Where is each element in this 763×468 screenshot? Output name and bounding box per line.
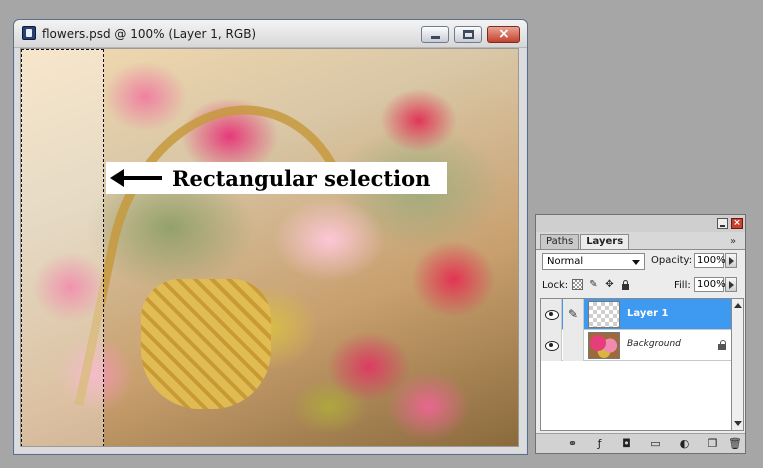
lock-options: ✎ ✥ <box>572 279 631 290</box>
layer-thumbnail-flowers <box>588 332 620 359</box>
tab-divider <box>536 249 745 250</box>
brush-icon: ✎ <box>568 307 579 321</box>
fill-field[interactable]: 100% <box>694 277 726 292</box>
new-layer-icon[interactable]: ❐ <box>706 437 719 450</box>
layers-palette: × Paths Layers » Normal Opacity: 100% Lo… <box>535 214 746 454</box>
document-window: flowers.psd @ 100% (Layer 1, RGB) × <box>13 19 528 455</box>
left-arrow-icon <box>110 162 162 194</box>
palette-menu-button[interactable]: » <box>730 236 736 247</box>
scroll-up-icon[interactable] <box>734 303 742 308</box>
blend-mode-value: Normal <box>547 256 584 267</box>
palette-bottom-toolbar: ⚭ ƒ ◘ ▭ ◐ ❐ 🗑 <box>536 433 745 453</box>
lock-all-icon[interactable] <box>620 279 631 290</box>
lock-position-icon[interactable]: ✥ <box>604 279 615 290</box>
document-titlebar[interactable]: flowers.psd @ 100% (Layer 1, RGB) × <box>14 20 527 48</box>
fill-slider-button[interactable] <box>725 277 737 292</box>
image-canvas[interactable] <box>20 48 519 447</box>
palette-titlebar[interactable]: × <box>536 215 745 232</box>
photoshop-document-icon <box>22 26 36 40</box>
lock-icon <box>718 340 726 350</box>
layer-brush-cell[interactable]: ✎ <box>563 299 584 330</box>
lock-transparent-pixels-icon[interactable] <box>572 279 583 290</box>
layer-list: ✎ Layer 1 Background <box>540 298 732 431</box>
scroll-down-icon[interactable] <box>734 421 742 426</box>
minimize-icon <box>431 36 440 39</box>
link-layers-icon[interactable]: ⚭ <box>566 437 579 450</box>
minimize-button[interactable] <box>421 26 449 43</box>
layer-style-icon[interactable]: ƒ <box>593 437 606 450</box>
tab-layers[interactable]: Layers <box>580 234 630 249</box>
layer-name: Layer 1 <box>627 308 669 319</box>
opacity-field[interactable]: 100% <box>694 253 726 268</box>
palette-tabs: Paths Layers <box>540 234 630 249</box>
layer-name: Background <box>627 339 681 349</box>
adjustment-layer-icon[interactable]: ◐ <box>678 437 691 450</box>
close-icon: × <box>498 26 510 42</box>
lock-image-pixels-icon[interactable]: ✎ <box>588 279 599 290</box>
blend-mode-select[interactable]: Normal <box>542 253 645 270</box>
eye-icon[interactable] <box>541 299 562 330</box>
fill-label: Fill: <box>674 280 691 291</box>
eye-icon[interactable] <box>541 330 562 361</box>
document-title: flowers.psd @ 100% (Layer 1, RGB) <box>42 27 257 41</box>
tab-paths[interactable]: Paths <box>540 234 580 249</box>
new-group-icon[interactable]: ▭ <box>649 437 662 450</box>
layer-mask-icon[interactable]: ◘ <box>620 437 633 450</box>
close-button[interactable]: × <box>487 26 520 43</box>
arrow-shaft <box>118 176 162 180</box>
opacity-label: Opacity: <box>651 255 693 266</box>
layer-link-cell[interactable] <box>563 330 584 361</box>
lock-label: Lock: <box>542 280 569 291</box>
palette-minimize-button[interactable] <box>717 218 728 229</box>
chevron-down-icon <box>632 260 640 265</box>
maximize-button[interactable] <box>454 26 482 43</box>
layer-list-scrollbar[interactable] <box>732 298 744 431</box>
layer-row-background[interactable]: Background <box>541 330 731 361</box>
maximize-icon <box>463 30 474 39</box>
basket-graphic <box>141 279 271 409</box>
rectangular-selection-marquee[interactable] <box>21 49 104 446</box>
trash-icon[interactable]: 🗑 <box>728 437 742 450</box>
layer-row-layer-1[interactable]: ✎ Layer 1 <box>541 299 731 330</box>
opacity-slider-button[interactable] <box>725 253 737 268</box>
annotation-label: Rectangular selection <box>172 165 431 191</box>
palette-close-button[interactable]: × <box>731 218 743 229</box>
annotation-callout: Rectangular selection <box>106 162 447 194</box>
layer-thumbnail-transparent <box>588 301 620 328</box>
